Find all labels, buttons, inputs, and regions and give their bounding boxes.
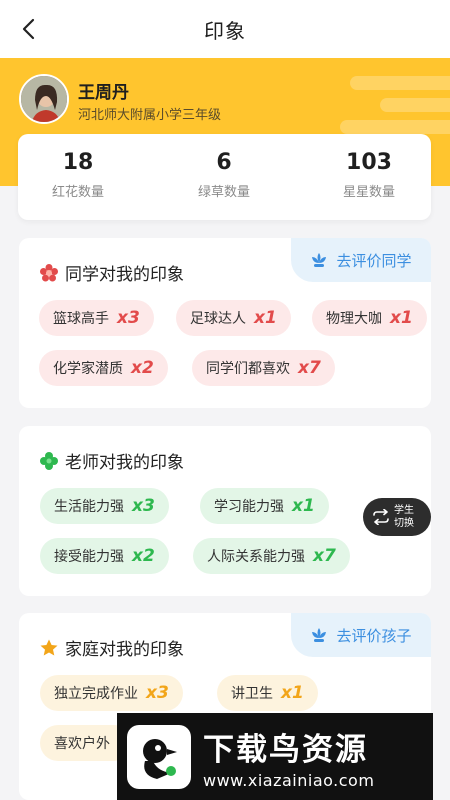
tag-count: x7 [313,546,336,566]
impression-tag[interactable]: 独立完成作业 x3 [40,675,183,711]
switch-label: 学生 切换 [394,504,414,530]
impression-tag[interactable]: 篮球高手 x3 [39,300,154,336]
section-header: 老师对我的印象 [39,448,184,473]
tag-label: 讲卫生 [231,686,273,702]
stats-card: 18 红花数量 6 绿草数量 103 星星数量 [18,134,431,220]
back-button[interactable] [14,15,42,43]
avatar[interactable] [19,74,69,124]
star-icon [40,639,58,655]
switch-arrows-icon [373,509,389,525]
tag-label: 学习能力强 [214,499,284,515]
section-header: 同学对我的印象 [39,260,184,285]
impression-tag[interactable]: 人际关系能力强 x7 [193,538,350,574]
chevron-left-icon [22,18,35,40]
tag-label: 篮球高手 [53,311,109,327]
tag-label: 化学家潜质 [53,361,123,377]
page-title: 印象 [204,18,246,43]
stat-green-grass: 6 绿草数量 [164,150,284,200]
decor-stripe [380,98,450,112]
tag-count: x1 [254,308,277,328]
stat-stars: 103 星星数量 [309,150,429,200]
bird-logo-icon [127,724,191,789]
nav-bar: 印象 [0,0,450,58]
section-title: 家庭对我的印象 [65,640,184,660]
stat-value: 18 [62,150,94,175]
impression-tag[interactable]: 化学家潜质 x2 [39,350,168,386]
tag-label: 物理大咖 [326,311,382,327]
switch-label-line: 学生 [394,505,414,516]
impression-tag[interactable]: 同学们都喜欢 x7 [192,350,335,386]
profile-name: 王周丹 [78,83,129,103]
section-header: 家庭对我的印象 [39,635,184,660]
tag-count: x1 [390,308,413,328]
tag-count: x1 [281,683,304,703]
tag-label: 生活能力强 [54,499,124,515]
tag-label: 接受能力强 [54,549,124,565]
tag-label: 独立完成作业 [54,686,138,702]
switch-label-line: 切换 [394,518,414,529]
evaluate-label: 去评价孩子 [336,626,412,645]
watermark-banner: 下载鸟资源 www.xiazainiao.com [117,713,433,800]
stat-label: 星星数量 [342,185,395,200]
watermark-title: 下载鸟资源 [203,731,368,768]
tag-count: x7 [298,358,321,378]
evaluate-label: 去评价同学 [336,251,412,270]
lotus-icon [312,628,327,642]
stat-label: 绿草数量 [197,185,250,200]
watermark-text: 下载鸟资源 www.xiazainiao.com [203,724,374,790]
section-title: 老师对我的印象 [65,453,184,473]
stat-value: 103 [346,150,392,175]
tag-label: 喜欢户外 [54,736,110,752]
student-switch-button[interactable]: 学生 切换 [363,498,431,536]
decor-stripe [340,120,450,134]
evaluate-child-button[interactable]: 去评价孩子 [291,613,431,657]
stat-value: 6 [216,150,232,175]
red-flower-icon [40,263,58,281]
tag-label: 足球达人 [190,311,246,327]
section-title: 同学对我的印象 [65,265,184,285]
tag-count: x3 [117,308,140,328]
impression-tag[interactable]: 足球达人 x1 [176,300,291,336]
classmates-impression-section: 同学对我的印象 去评价同学 篮球高手 x3 足球达人 x1 物理大咖 x1 化学… [19,238,431,408]
impression-tag[interactable]: 学习能力强 x1 [200,488,329,524]
tag-count: x2 [131,358,154,378]
stat-red-flowers: 18 红花数量 [18,150,138,200]
tag-count: x2 [132,546,155,566]
tag-count: x1 [292,496,315,516]
impression-tag[interactable]: 物理大咖 x1 [312,300,427,336]
impression-tag[interactable]: 讲卫生 x1 [217,675,318,711]
tag-count: x3 [146,683,169,703]
tag-label: 同学们都喜欢 [206,361,290,377]
green-clover-icon [40,451,58,470]
tag-count: x3 [132,496,155,516]
impression-tag[interactable]: 接受能力强 x2 [40,538,169,574]
profile-school: 河北师大附属小学三年级 [78,108,222,123]
stat-label: 红花数量 [51,185,104,200]
decor-stripe [350,76,450,90]
impression-tag[interactable]: 生活能力强 x3 [40,488,169,524]
lotus-icon [312,253,327,267]
evaluate-classmates-button[interactable]: 去评价同学 [291,238,431,282]
tag-label: 人际关系能力强 [207,549,305,565]
watermark-url: www.xiazainiao.com [203,770,375,790]
